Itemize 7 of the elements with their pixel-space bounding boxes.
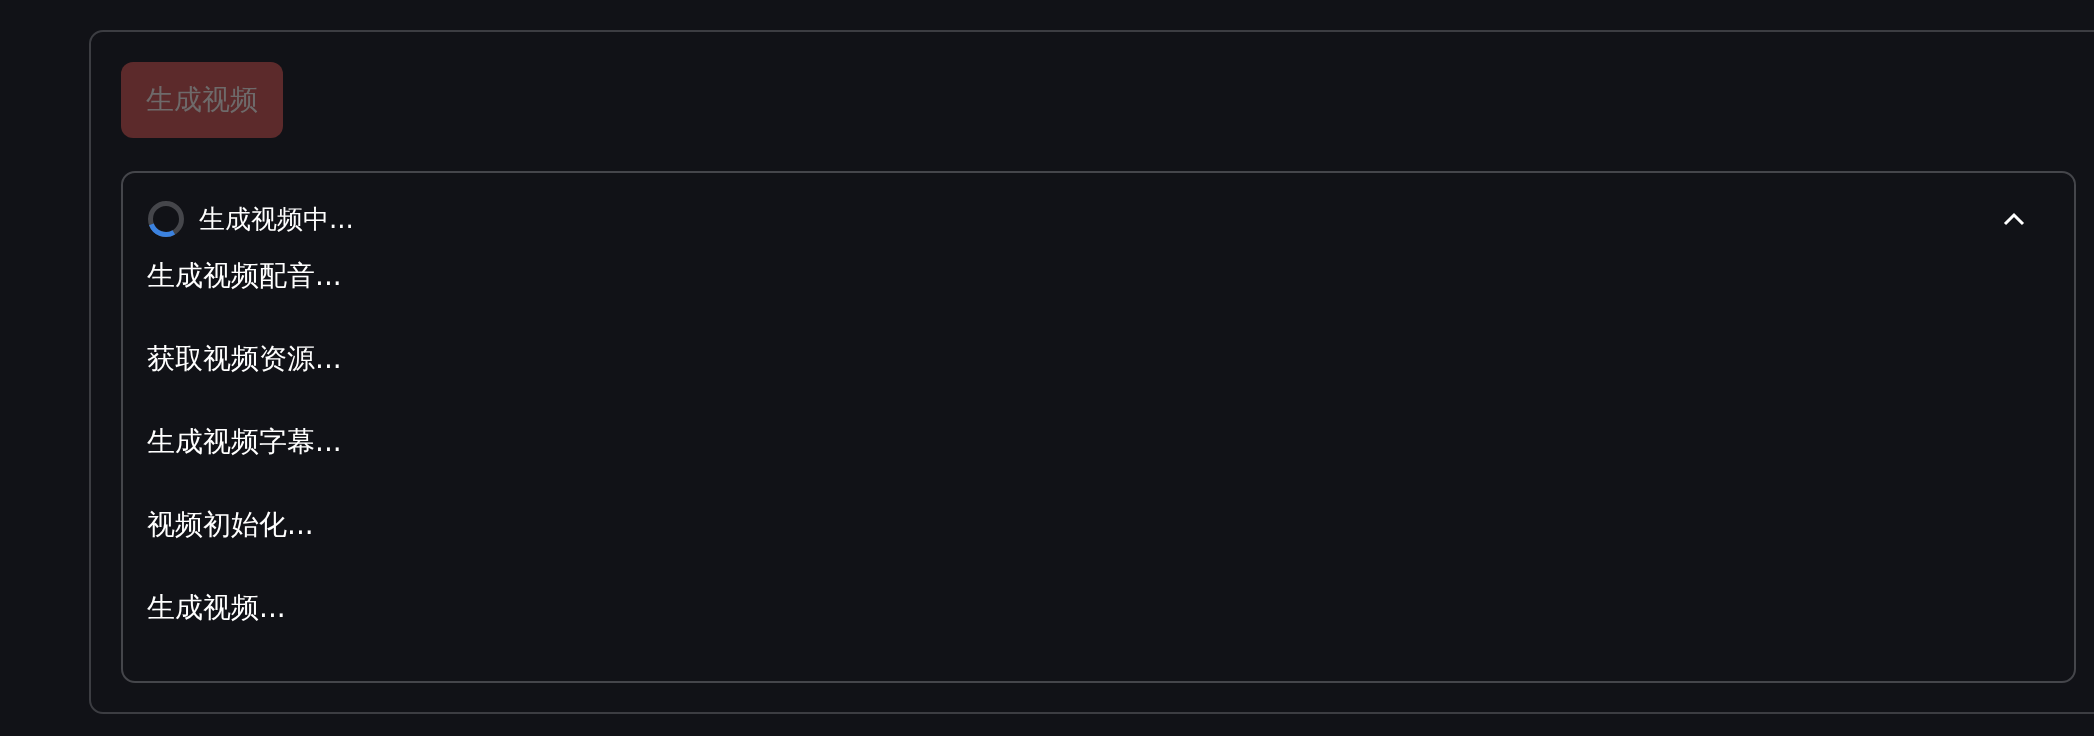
progress-step: 生成视频字幕... (147, 400, 2050, 483)
progress-status: 生成视频中... (199, 202, 354, 236)
progress-step: 视频初始化... (147, 483, 2050, 566)
chevron-up-icon[interactable] (2002, 211, 2026, 227)
progress-step: 生成视频配音... (147, 234, 2050, 317)
progress-step: 获取视频资源... (147, 317, 2050, 400)
progress-step: 生成视频... (147, 566, 2050, 649)
